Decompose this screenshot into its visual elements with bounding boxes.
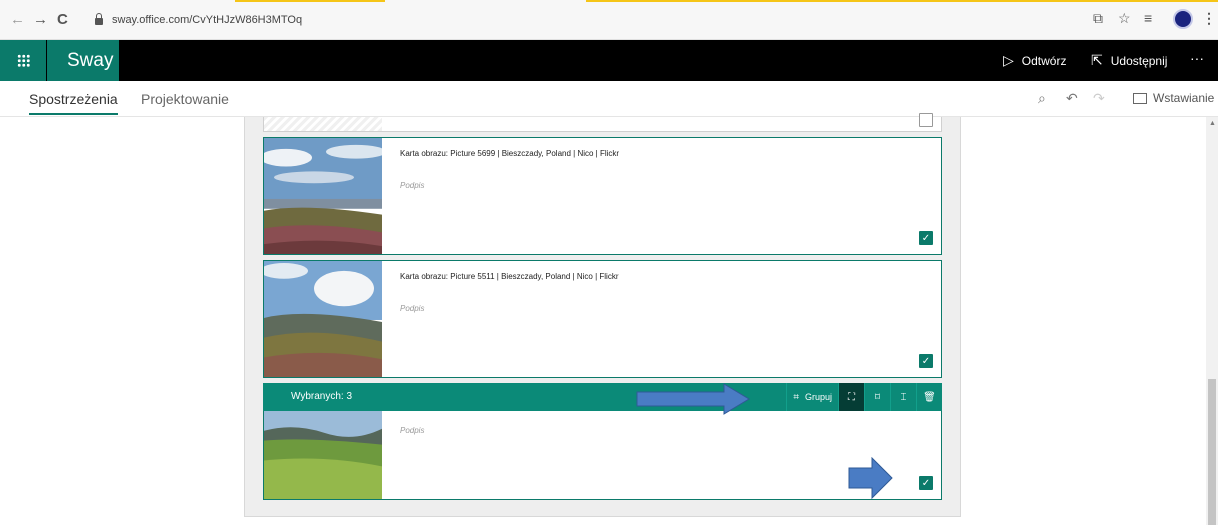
play-icon: ▷ [1003, 52, 1014, 68]
insert-icon [1133, 92, 1147, 104]
tab-storyline[interactable]: Spostrzeżenia [29, 91, 118, 115]
play-button[interactable]: ▷ Odtwórz [1003, 52, 1066, 69]
focus-point-button[interactable]: ⌑ [864, 383, 890, 411]
url-text: sway.office.com/CvYtHJzW86H3MTOq [112, 14, 303, 26]
back-button[interactable]: ← [10, 11, 25, 29]
share-icon: ⇱ [1091, 52, 1103, 68]
card-checkbox-checked[interactable]: ✓ [919, 231, 933, 245]
checkmark-icon: ✓ [921, 477, 931, 489]
tab-indicator [235, 0, 385, 2]
share-label: Udostępnij [1110, 53, 1168, 68]
undo-icon[interactable]: ↶ [1066, 90, 1078, 107]
card-image-thumbnail [264, 261, 382, 377]
reload-button[interactable]: C [57, 11, 68, 29]
checkmark-icon: ✓ [921, 355, 931, 367]
image-card[interactable]: Karta obrazu: Picture 5511 | Bieszczady,… [263, 260, 942, 378]
insert-button[interactable]: Wstawianie [1133, 91, 1214, 105]
app-header: Sway ▷ Odtwórz ⇱ Udostępnij ··· [0, 40, 1218, 81]
vertical-scrollbar[interactable]: ▲ [1206, 117, 1218, 525]
card-title[interactable]: Karta obrazu: Picture 5699 | Bieszczady,… [400, 149, 619, 158]
play-label: Odtwórz [1021, 53, 1067, 68]
lock-icon [95, 12, 103, 25]
sub-navigation: Spostrzeżenia Projektowanie ⌕ ↶ ↷ Wstawi… [0, 81, 1218, 117]
delete-button[interactable]: 🗑 [916, 383, 942, 411]
checkmark-icon: ✓ [921, 232, 931, 244]
card-partial[interactable] [263, 113, 942, 132]
address-bar[interactable]: sway.office.com/CvYtHJzW86H3MTOq [95, 9, 1095, 31]
app-launcher-button[interactable] [0, 40, 46, 81]
card-image-thumbnail [264, 411, 382, 499]
bookmark-star-icon[interactable]: ☆ [1118, 10, 1131, 27]
more-options-button[interactable]: ··· [1190, 50, 1204, 66]
redo-icon[interactable]: ↷ [1093, 90, 1105, 107]
tab-design[interactable]: Projektowanie [141, 91, 229, 107]
profile-avatar[interactable] [1173, 9, 1193, 29]
selection-tools: ⌗ Grupuj ⛶ ⌑ ⌶ 🗑 [786, 383, 942, 411]
card-thumbnail-placeholder [264, 117, 382, 131]
share-button[interactable]: ⇱ Udostępnij [1091, 52, 1167, 69]
insert-label: Wstawianie [1153, 91, 1215, 105]
focus-icon: ⛶ [848, 391, 855, 403]
group-button[interactable]: ⌗ Grupuj [786, 383, 838, 411]
annotation-arrow-right [636, 383, 750, 415]
card-caption[interactable]: Podpis [400, 426, 424, 435]
emphasis-button[interactable]: ⛶ [838, 383, 864, 411]
card-checkbox[interactable] [919, 113, 933, 127]
card-image-thumbnail [264, 138, 382, 254]
waffle-icon [16, 54, 30, 67]
scroll-up-icon[interactable]: ▲ [1209, 120, 1216, 127]
scrollbar-thumb[interactable] [1208, 379, 1216, 525]
trash-icon: 🗑 [923, 391, 936, 403]
group-label: Grupuj [804, 392, 832, 402]
selected-count: Wybranych: 3 [291, 391, 353, 402]
card-caption[interactable]: Podpis [400, 304, 424, 313]
card-title[interactable]: Karta obrazu: Picture 5511 | Bieszczady,… [400, 272, 618, 281]
browser-toolbar: ← → C sway.office.com/CvYtHJzW86H3MTOq ⧉… [0, 0, 1218, 40]
annotation-arrow-right [848, 457, 893, 499]
expand-icon: ⌶ [900, 391, 907, 403]
image-card[interactable]: Karta obrazu: Picture 5699 | Bieszczady,… [263, 137, 942, 255]
expand-button[interactable]: ⌶ [890, 383, 916, 411]
share-page-icon[interactable]: ⧉ [1093, 10, 1103, 27]
group-icon: ⌗ [793, 391, 799, 403]
image-card[interactable]: Podpis ✓ [263, 411, 942, 500]
reading-list-icon[interactable]: ≡ [1144, 10, 1152, 26]
search-icon[interactable]: ⌕ [1038, 90, 1046, 107]
crop-icon: ⌑ [874, 391, 881, 403]
app-title[interactable]: Sway [47, 40, 119, 81]
storyline-canvas: Karta obrazu: Picture 5699 | Bieszczady,… [0, 113, 1218, 525]
card-checkbox-checked[interactable]: ✓ [919, 354, 933, 368]
selection-toolbar: Wybranych: 3 ⌗ Grupuj ⛶ ⌑ ⌶ 🗑 [263, 383, 942, 411]
tab-indicator [586, 0, 1218, 2]
card-caption[interactable]: Podpis [400, 181, 424, 190]
browser-menu-icon[interactable]: ⋮ [1202, 10, 1216, 27]
forward-button[interactable]: → [33, 11, 48, 29]
card-checkbox-checked[interactable]: ✓ [919, 476, 933, 490]
